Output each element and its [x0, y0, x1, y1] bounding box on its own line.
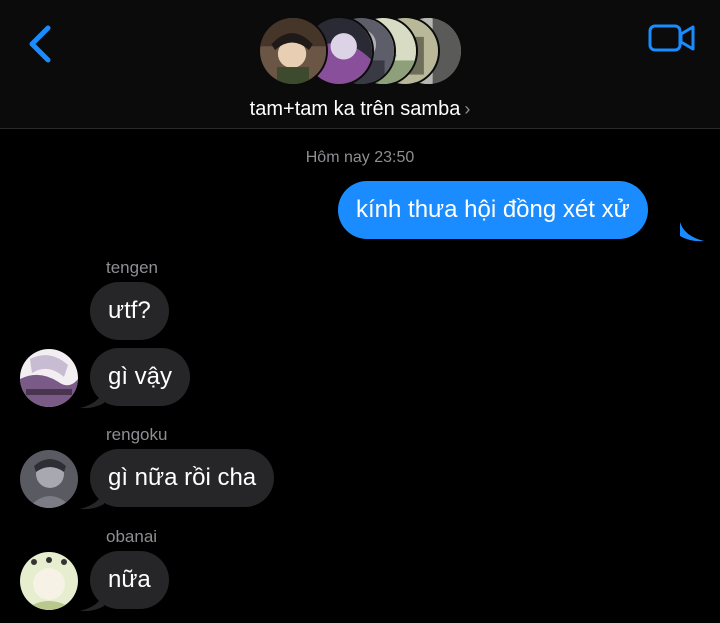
- bubble-tail-icon: [80, 490, 104, 510]
- incoming-message-bubble[interactable]: ưtf?: [90, 282, 169, 340]
- group-avatar-stack[interactable]: [258, 16, 463, 88]
- back-button[interactable]: [22, 22, 58, 66]
- sender-avatar[interactable]: [20, 349, 78, 407]
- group-name: tam+tam ka trên samba: [249, 98, 461, 120]
- bubble-tail-icon: [80, 389, 104, 409]
- message-text: nữa: [108, 566, 151, 593]
- incoming-message-bubble[interactable]: gì nữa rồi cha: [90, 449, 275, 507]
- group-name-button[interactable]: tam+tam ka trên samba ›: [0, 98, 720, 121]
- chat-header: tam+tam ka trên samba ›: [0, 0, 720, 129]
- message-text: kính thưa hội đồng xét xử: [356, 196, 630, 223]
- message-text: gì vậy: [108, 363, 173, 390]
- bubble-tail-icon: [680, 222, 704, 242]
- video-camera-icon: [648, 24, 695, 52]
- chevron-left-icon: [29, 25, 51, 63]
- chevron-right-icon: ›: [464, 99, 471, 119]
- video-call-button[interactable]: [648, 22, 696, 54]
- sender-name: obanai: [106, 527, 158, 546]
- sender-name: rengoku: [106, 425, 168, 444]
- message-timestamp: Hôm nay 23:50: [305, 149, 415, 166]
- outgoing-message-bubble[interactable]: kính thưa hội đồng xét xử: [338, 181, 648, 239]
- member-avatar: [258, 16, 328, 86]
- sender-avatar[interactable]: [20, 450, 78, 508]
- incoming-message-bubble[interactable]: gì vậy: [90, 348, 191, 406]
- sender-avatar[interactable]: [20, 552, 78, 610]
- message-text: gì nữa rồi cha: [108, 464, 257, 491]
- bubble-tail-icon: [80, 592, 104, 612]
- sender-name: tengen: [106, 258, 158, 277]
- message-text: ưtf?: [108, 297, 151, 324]
